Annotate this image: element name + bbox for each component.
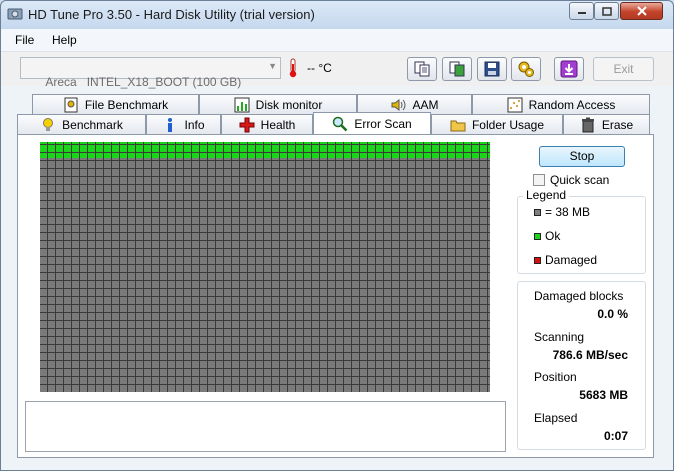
- folder-icon: [450, 117, 466, 133]
- minimize-icon: [577, 12, 586, 14]
- legend-damaged-label: Damaged: [545, 253, 598, 267]
- scan-log-box[interactable]: [25, 401, 506, 452]
- ok-swatch: [534, 232, 541, 240]
- random-access-icon: [507, 97, 523, 113]
- save-button[interactable]: [477, 57, 507, 81]
- tab-label: Error Scan: [354, 116, 412, 131]
- drive-select[interactable]: Areca INTEL_X18_BOOT (100 GB) ▼: [20, 57, 281, 89]
- tab-strip: File Benchmark Disk monitor AAM Random A…: [17, 94, 658, 134]
- menu-file[interactable]: File: [15, 33, 34, 47]
- tab-info[interactable]: Info: [146, 114, 221, 134]
- info-icon: [162, 117, 178, 133]
- legend-ok-label: Ok: [545, 229, 561, 243]
- scanning-value: 786.6 MB/sec: [552, 348, 628, 362]
- quick-scan-label: Quick scan: [550, 173, 610, 187]
- tab-label: Info: [184, 117, 205, 132]
- checkbox-box[interactable]: [533, 174, 545, 186]
- tab-random-access[interactable]: Random Access: [472, 94, 650, 114]
- legend-block-row: = 38 MB: [534, 205, 590, 219]
- toolbar: Areca INTEL_X18_BOOT (100 GB) ▼ -- °C Ex…: [1, 52, 673, 89]
- damaged-blocks-label: Damaged blocks: [534, 289, 624, 303]
- tab-label: Disk monitor: [255, 97, 323, 112]
- title-bar[interactable]: HD Tune Pro 3.50 - Hard Disk Utility (tr…: [1, 1, 673, 29]
- maximize-icon: [601, 6, 612, 16]
- tab-disk-monitor[interactable]: Disk monitor: [199, 94, 357, 114]
- disk-monitor-icon: [234, 97, 250, 113]
- hdtune-app-icon: [7, 8, 23, 20]
- tab-label: Erase: [601, 117, 634, 132]
- legend-block-label: = 38 MB: [545, 205, 591, 219]
- options-button[interactable]: [511, 57, 541, 81]
- copy-screenshot-button[interactable]: [442, 57, 472, 81]
- copy-text-icon: [414, 61, 430, 77]
- options-icon: [518, 61, 534, 77]
- close-button[interactable]: [620, 2, 663, 20]
- position-label: Position: [534, 370, 577, 384]
- minimize-button[interactable]: [569, 2, 594, 20]
- save-icon: [484, 61, 500, 77]
- close-icon: [636, 6, 647, 16]
- tab-label: Folder Usage: [471, 117, 545, 132]
- block-map: [40, 142, 490, 392]
- tab-folder-usage[interactable]: Folder Usage: [431, 114, 563, 134]
- maximize-button[interactable]: [594, 2, 619, 20]
- quick-scan-checkbox[interactable]: Quick scan: [533, 173, 609, 187]
- benchmark-icon: [40, 117, 56, 133]
- tab-label: Random Access: [528, 97, 616, 112]
- temperature-readout: -- °C: [307, 61, 332, 75]
- damaged-blocks-value: 0.0 %: [597, 307, 628, 321]
- block-grid-lines: [40, 142, 490, 392]
- tab-label: AAM: [412, 97, 439, 112]
- speaker-icon: [390, 97, 406, 113]
- tab-error-scan[interactable]: Error Scan: [313, 112, 431, 134]
- copy-text-button[interactable]: [407, 57, 437, 81]
- download-icon: [560, 60, 578, 78]
- block-swatch: [534, 208, 541, 216]
- tab-file-benchmark[interactable]: File Benchmark: [32, 94, 199, 114]
- tab-health[interactable]: Health: [221, 114, 313, 134]
- legend-damaged-row: Damaged: [534, 253, 597, 267]
- tab-benchmark[interactable]: Benchmark: [17, 114, 146, 134]
- tab-aam[interactable]: AAM: [357, 94, 472, 114]
- stop-button[interactable]: Stop: [539, 146, 625, 167]
- elapsed-value: 0:07: [603, 429, 628, 443]
- copy-screenshot-icon: [449, 61, 465, 77]
- damaged-swatch: [534, 256, 541, 264]
- tab-label: Benchmark: [62, 117, 123, 132]
- menu-bar: File Help: [1, 29, 673, 52]
- scanning-label: Scanning: [534, 330, 585, 344]
- magnifier-icon: [332, 116, 348, 132]
- tab-label: File Benchmark: [84, 97, 169, 112]
- thermometer-icon: [289, 58, 297, 78]
- drive-select-value: Areca INTEL_X18_BOOT (100 GB): [45, 75, 242, 89]
- menu-help[interactable]: Help: [52, 33, 77, 47]
- legend-title: Legend: [523, 188, 570, 202]
- legend-ok-row: Ok: [534, 229, 560, 243]
- window-title: HD Tune Pro 3.50 - Hard Disk Utility (tr…: [28, 7, 315, 22]
- chevron-down-icon: ▼: [268, 61, 277, 71]
- download-button[interactable]: [554, 57, 584, 81]
- position-value: 5683 MB: [579, 388, 628, 402]
- trash-icon: [580, 117, 596, 133]
- app-window: HD Tune Pro 3.50 - Hard Disk Utility (tr…: [0, 0, 674, 471]
- exit-button[interactable]: Exit: [593, 57, 654, 81]
- file-benchmark-icon: [63, 97, 79, 113]
- tab-label: Health: [260, 117, 296, 132]
- health-cross-icon: [239, 117, 255, 133]
- tab-erase[interactable]: Erase: [563, 114, 650, 134]
- elapsed-label: Elapsed: [534, 411, 578, 425]
